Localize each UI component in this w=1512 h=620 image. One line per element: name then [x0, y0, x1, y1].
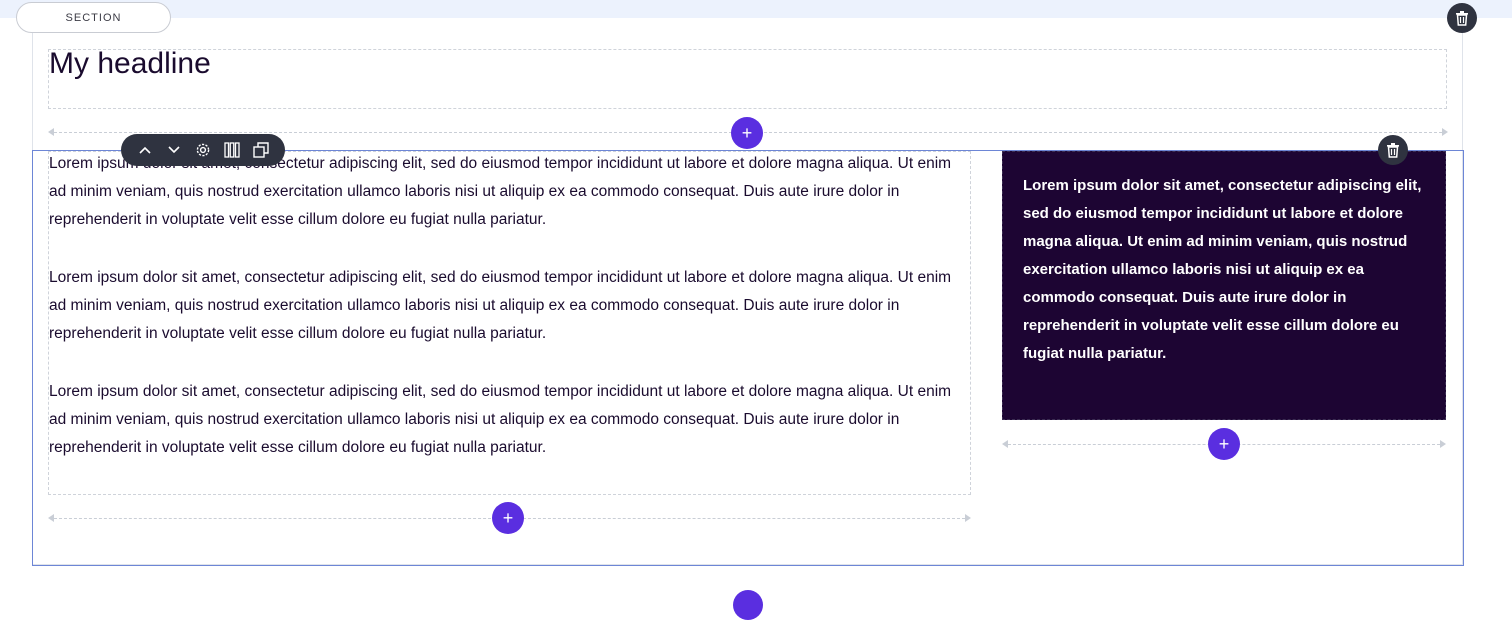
headline-block[interactable] [48, 49, 1447, 109]
add-section-button[interactable] [733, 590, 763, 620]
columns-icon [224, 142, 240, 158]
add-block-button-left[interactable]: + [492, 502, 524, 534]
duplicate-icon [252, 142, 269, 158]
delete-column-button[interactable] [1378, 135, 1408, 165]
chevron-down-icon [168, 146, 180, 154]
move-up-button[interactable] [134, 139, 156, 161]
divider-arrow-left [1002, 440, 1008, 448]
paragraph-2: Lorem ipsum dolor sit amet, consectetur … [49, 269, 952, 342]
divider-arrow-left [48, 514, 54, 522]
gear-icon [196, 143, 210, 157]
divider-arrow-right [1440, 440, 1446, 448]
settings-button[interactable] [192, 139, 214, 161]
plus-icon: + [502, 508, 514, 528]
paragraph-3: Lorem ipsum dolor sit amet, consectetur … [49, 383, 952, 456]
left-column-text[interactable]: Lorem ipsum dolor sit amet, consectetur … [49, 150, 969, 492]
divider-arrow-left [48, 128, 54, 136]
divider-arrow-right [965, 514, 971, 522]
row-toolbar [121, 134, 285, 166]
divider-arrow-right [1442, 128, 1448, 136]
add-block-button-top[interactable]: + [731, 117, 763, 149]
delete-section-button[interactable] [1447, 3, 1477, 33]
trash-icon [1387, 143, 1399, 158]
card-text[interactable]: Lorem ipsum dolor sit amet, consectetur … [1023, 172, 1433, 368]
plus-icon: + [741, 123, 753, 143]
move-down-button[interactable] [163, 139, 185, 161]
section-label-pill[interactable]: SECTION [16, 2, 171, 33]
duplicate-button[interactable] [250, 139, 272, 161]
section-label: SECTION [65, 11, 122, 24]
trash-icon [1456, 11, 1468, 26]
columns-button[interactable] [221, 139, 243, 161]
add-block-button-right[interactable]: + [1208, 428, 1240, 460]
plus-icon: + [1218, 434, 1230, 454]
chevron-up-icon [139, 146, 151, 154]
section-top-band [0, 0, 1512, 18]
page-headline[interactable]: My headline [49, 47, 211, 81]
